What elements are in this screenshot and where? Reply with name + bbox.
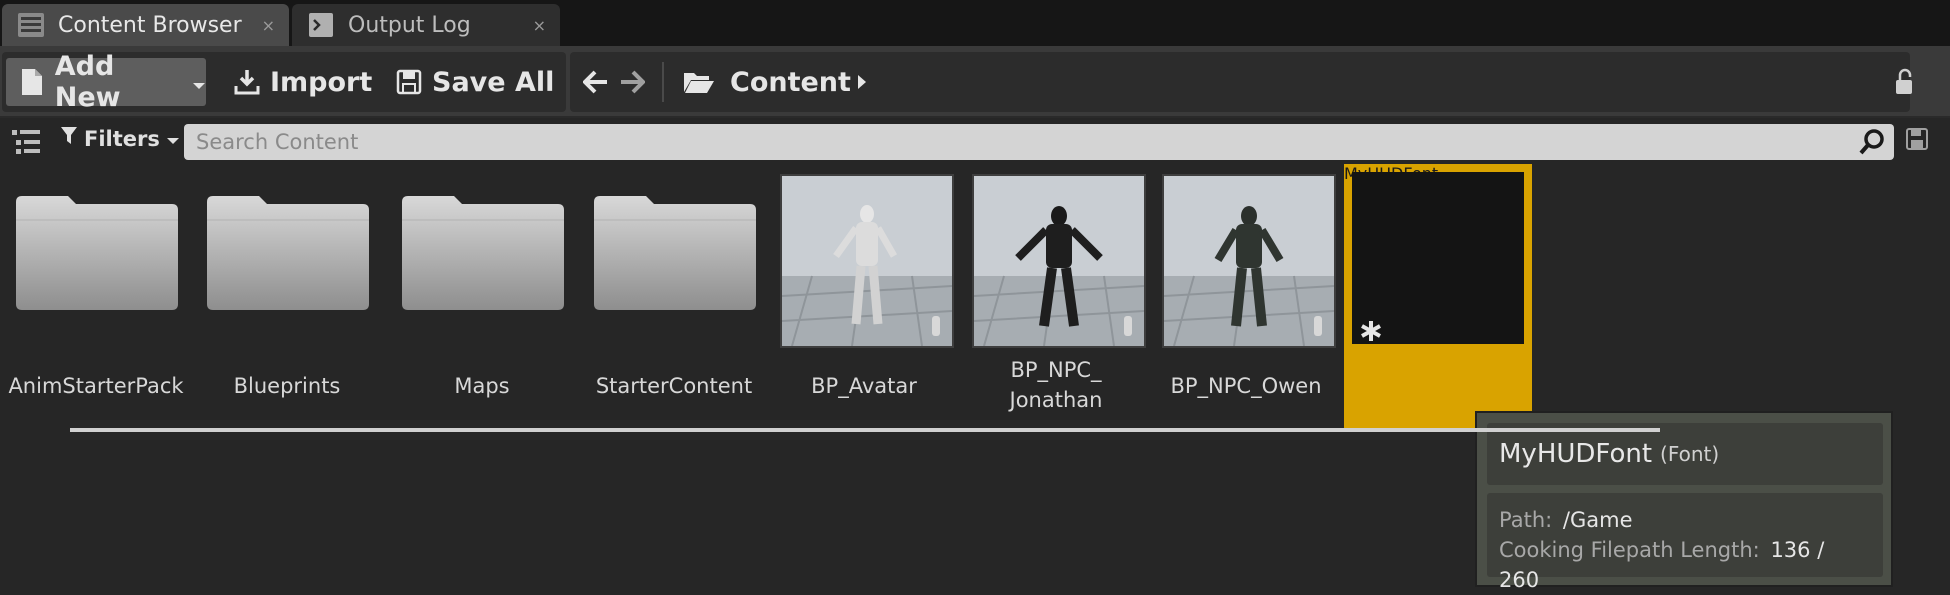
folder-icon <box>402 196 564 310</box>
close-icon[interactable]: × <box>262 16 275 35</box>
asset-label: BP_NPC_Owen <box>1170 374 1322 398</box>
folder-tile[interactable]: AnimStarterPack <box>2 166 190 432</box>
lock-icon[interactable] <box>1890 68 1918 96</box>
search-placeholder: Search Content <box>196 130 359 154</box>
tab-output-log[interactable]: Output Log × <box>292 4 560 46</box>
save-all-button[interactable]: Save All <box>394 58 554 106</box>
asset-label: AnimStarterPack <box>8 374 184 398</box>
forward-arrow-icon[interactable] <box>618 68 646 96</box>
path-content-label: Content <box>730 66 851 98</box>
asset-label: Blueprints <box>233 374 341 398</box>
toolbar-actions: Add New Import Save All <box>2 51 566 113</box>
font-tile-selected[interactable]: MyHUDFont <box>1344 164 1532 432</box>
folder-tile[interactable]: StarterContent <box>580 166 768 432</box>
path-value: /Game <box>1562 508 1633 532</box>
asset-label: Maps <box>454 374 510 398</box>
search-icon[interactable] <box>1858 128 1886 160</box>
add-new-button[interactable]: Add New <box>6 51 206 113</box>
asset-label: StarterContent <box>595 374 753 398</box>
asset-tooltip: MyHUDFont (Font) Path: /Game Cooking Fil… <box>1475 411 1893 592</box>
add-new-label: Add New <box>54 51 121 113</box>
tooltip-title: MyHUDFont <box>1499 439 1653 469</box>
tab-label: Output Log <box>348 12 471 38</box>
new-file-icon <box>18 66 47 98</box>
tooltip-type: (Font) <box>1660 442 1720 466</box>
blueprint-tile[interactable]: BP_NPC_Owen <box>1152 166 1340 432</box>
import-button[interactable]: Import <box>232 58 372 106</box>
path-content[interactable]: Content <box>730 58 851 106</box>
tooltip-header: MyHUDFont (Font) <box>1487 423 1883 485</box>
asset-thumbnail <box>972 174 1146 348</box>
chevron-down-icon <box>192 67 206 98</box>
sources-panel-icon[interactable] <box>12 128 42 160</box>
tooltip-path-row: Path: /Game <box>1499 505 1871 535</box>
save-search-icon[interactable] <box>1906 128 1928 154</box>
blueprint-tile[interactable]: BP_NPC_ Jonathan <box>962 166 1150 432</box>
close-icon[interactable]: × <box>533 16 546 35</box>
folder-icon <box>207 196 369 310</box>
folder-tile[interactable]: Blueprints <box>193 166 381 432</box>
tab-content-browser[interactable]: Content Browser × <box>2 4 289 46</box>
chevron-right-icon[interactable] <box>848 68 876 96</box>
back-arrow-icon[interactable] <box>582 68 610 96</box>
path-label: Path: <box>1499 508 1553 532</box>
asset-label-line1: BP_NPC_ <box>1010 358 1102 382</box>
tab-bar: Content Browser × Output Log × <box>0 0 1950 46</box>
folder-tile[interactable]: Maps <box>388 166 576 432</box>
filter-icon <box>60 126 78 151</box>
tooltip-body: Path: /Game Cooking Filepath Length: 136… <box>1487 493 1883 592</box>
search-input[interactable]: Search Content <box>184 124 1894 160</box>
chevron-down-icon <box>166 127 180 151</box>
save-all-label: Save All <box>432 66 555 98</box>
asset-thumbnail <box>780 174 954 348</box>
content-browser-icon <box>16 10 46 40</box>
asterisk-icon <box>1360 320 1382 346</box>
asset-label-line2: Jonathan <box>1009 388 1103 412</box>
asset-thumbnail <box>1162 174 1336 348</box>
asset-grid: AnimStarterPack Blueprints Maps StarterC… <box>0 164 1950 592</box>
toolbar: Add New Import Save All Content <box>0 46 1950 118</box>
divider <box>662 62 664 102</box>
tab-label: Content Browser <box>58 12 242 38</box>
blueprint-tile[interactable]: BP_Avatar <box>770 166 958 432</box>
filters-button[interactable]: Filters <box>60 126 180 151</box>
tooltip-cook-row: Cooking Filepath Length: 136 / 260 <box>1499 535 1871 595</box>
save-icon <box>394 66 424 98</box>
folder-icon <box>16 196 178 310</box>
asset-label: BP_Avatar <box>811 374 917 398</box>
import-label: Import <box>270 66 373 98</box>
filter-bar: Filters Search Content <box>0 118 1950 166</box>
asset-thumbnail <box>1352 172 1524 344</box>
path-bar: Content <box>570 52 1912 112</box>
folder-open-icon <box>682 68 716 96</box>
cook-label: Cooking Filepath Length: <box>1499 538 1760 562</box>
output-log-icon <box>306 10 336 40</box>
folder-icon <box>594 196 756 310</box>
horizontal-scrollbar[interactable] <box>70 428 1660 432</box>
import-icon <box>232 66 262 98</box>
filters-label: Filters <box>84 126 160 151</box>
